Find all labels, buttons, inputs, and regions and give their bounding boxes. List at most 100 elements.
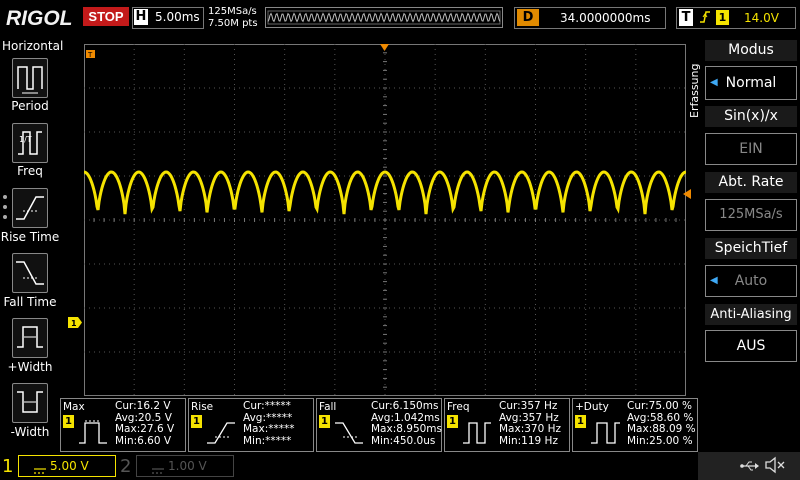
rise-icon — [207, 422, 235, 444]
freq-button[interactable]: 1/T — [12, 123, 48, 163]
page-dot — [3, 195, 7, 199]
mem-depth-selector[interactable]: ◀ Auto — [705, 265, 797, 297]
freq-label: Freq — [17, 164, 43, 178]
horizontal-label: H — [134, 9, 148, 25]
select-arrow-icon: ◀ — [710, 77, 718, 88]
neg-width-button[interactable] — [12, 383, 48, 423]
anti-aliasing-toggle[interactable]: AUS — [705, 330, 797, 362]
freq-icon: 1/T — [18, 131, 42, 155]
graticule — [83, 43, 687, 396]
side-label-text: Erfassung — [688, 64, 701, 118]
measurement-channel: 1 — [575, 415, 586, 428]
trigger-label: T — [679, 9, 693, 26]
measurement-max[interactable]: Max 1 Cur:16.2 V Avg:20.5 V Max:27.6 V M… — [60, 398, 186, 452]
duty-icon — [591, 422, 620, 444]
anti-aliasing-value: AUS — [736, 338, 766, 354]
measurement-max: Max:8.950ms — [371, 423, 443, 435]
measurement-freq[interactable]: Freq 1 Cur:357 Hz Avg:357 Hz Max:370 Hz … — [444, 398, 570, 452]
channel1-waveform — [83, 170, 687, 215]
measurement-name: Freq — [447, 401, 470, 413]
sample-rate: 125MSa/s — [208, 6, 257, 17]
sample-rate-title: Abt. Rate — [705, 172, 797, 193]
trigger-level-marker[interactable] — [683, 184, 691, 203]
measurement-cur: Cur:357 Hz — [499, 400, 558, 412]
channel1-number[interactable]: 1 — [2, 456, 13, 477]
channel1-scale: 5.00 V — [50, 459, 89, 473]
rise-time-button[interactable] — [12, 188, 48, 228]
measurement-max: Max:88.09 % — [627, 423, 696, 435]
channel2-number[interactable]: 2 — [120, 456, 131, 477]
mode-selector[interactable]: ◀ Normal — [705, 66, 797, 100]
sample-rate-field[interactable]: 125MSa/s — [705, 199, 797, 231]
memory-overview-strip[interactable] — [265, 7, 503, 28]
channel1-offset-marker[interactable]: 1 — [68, 313, 82, 332]
measurement-min: Min:25.00 % — [627, 434, 693, 447]
freq-icon — [463, 422, 491, 444]
measurement-rise[interactable]: Rise 1 Cur:***** Avg:***** Max:***** Min… — [188, 398, 314, 452]
speaker-muted-icon[interactable] — [764, 456, 786, 478]
measurement-name: Max — [63, 401, 85, 413]
measurement-duty[interactable]: +Duty 1 Cur:75.00 % Avg:58.60 % Max:88.0… — [572, 398, 698, 452]
measurement-name: Rise — [191, 401, 214, 413]
page-dot — [3, 215, 7, 219]
trigger-source-channel: 1 — [716, 10, 729, 25]
run-stop-status[interactable]: STOP — [83, 7, 129, 26]
svg-text:1: 1 — [71, 319, 77, 328]
menu-side-label: Erfassung — [686, 44, 702, 124]
negative-width-icon — [17, 391, 43, 413]
svg-text:1/T: 1/T — [19, 135, 32, 144]
page-dot — [3, 205, 7, 209]
measurement-max: Max:370 Hz — [499, 423, 562, 435]
positive-width-icon — [17, 326, 43, 348]
sinx-title: Sin(x)/x — [705, 106, 797, 127]
period-icon — [17, 66, 43, 94]
menu-title-horizontal: Horizontal — [2, 39, 64, 53]
measurement-cur: Cur:***** — [243, 400, 291, 412]
measurement-channel: 1 — [447, 415, 458, 428]
select-arrow-icon: ◀ — [710, 275, 718, 286]
mem-depth-title: SpeichTief — [705, 238, 797, 259]
measurement-min: Min:***** — [243, 434, 292, 447]
trigger-level: 14.0V — [744, 11, 779, 25]
mode-title: Modus — [705, 40, 797, 61]
measurement-min: Min:119 Hz — [499, 434, 558, 447]
fall-icon — [335, 422, 363, 444]
measurement-channel: 1 — [319, 415, 330, 428]
timebase-value: 5.00ms — [155, 10, 200, 24]
rise-time-icon — [16, 196, 44, 220]
neg-width-label: -Width — [10, 425, 50, 439]
measurement-name: +Duty — [575, 401, 609, 413]
memory-points: 7.50M pts — [208, 18, 258, 29]
measurement-fall[interactable]: Fall 1 Cur:6.150ms Avg:1.042ms Max:8.950… — [316, 398, 442, 452]
delay-label: D — [517, 9, 539, 26]
channel2-scale: 1.00 V — [168, 459, 207, 473]
fall-time-icon — [16, 261, 44, 285]
rising-edge-icon — [699, 9, 711, 29]
measurement-cur: Cur:16.2 V — [115, 400, 171, 412]
rise-time-label: Rise Time — [0, 230, 60, 244]
measurement-min: Min:450.0us — [371, 434, 436, 447]
dc-coupling-icon — [34, 461, 46, 480]
sample-rate-value: 125MSa/s — [719, 207, 783, 222]
measurement-channel: 1 — [191, 415, 202, 428]
fall-time-button[interactable] — [12, 253, 48, 293]
measurement-name: Fall — [319, 401, 337, 413]
period-button[interactable] — [12, 58, 48, 98]
pos-width-label: +Width — [7, 360, 53, 374]
max-icon — [79, 420, 107, 444]
fall-time-label: Fall Time — [3, 295, 57, 309]
measurement-cur: Cur:6.150ms — [371, 400, 439, 412]
sample-info: 125MSa/s 7.50M pts — [208, 6, 258, 30]
anti-aliasing-title: Anti-Aliasing — [705, 304, 797, 325]
mem-depth-value: Auto — [734, 273, 768, 289]
dc-coupling-icon — [152, 461, 164, 480]
period-label: Period — [11, 99, 49, 113]
sinx-toggle[interactable]: EIN — [705, 133, 797, 165]
measurement-channel: 1 — [63, 415, 74, 428]
svg-text:T: T — [87, 51, 93, 59]
trigger-position-marker[interactable]: T — [86, 44, 96, 63]
waveform-display[interactable] — [83, 43, 687, 396]
trigger-time-marker[interactable] — [380, 37, 390, 56]
sinx-value: EIN — [739, 141, 763, 157]
pos-width-button[interactable] — [12, 318, 48, 358]
